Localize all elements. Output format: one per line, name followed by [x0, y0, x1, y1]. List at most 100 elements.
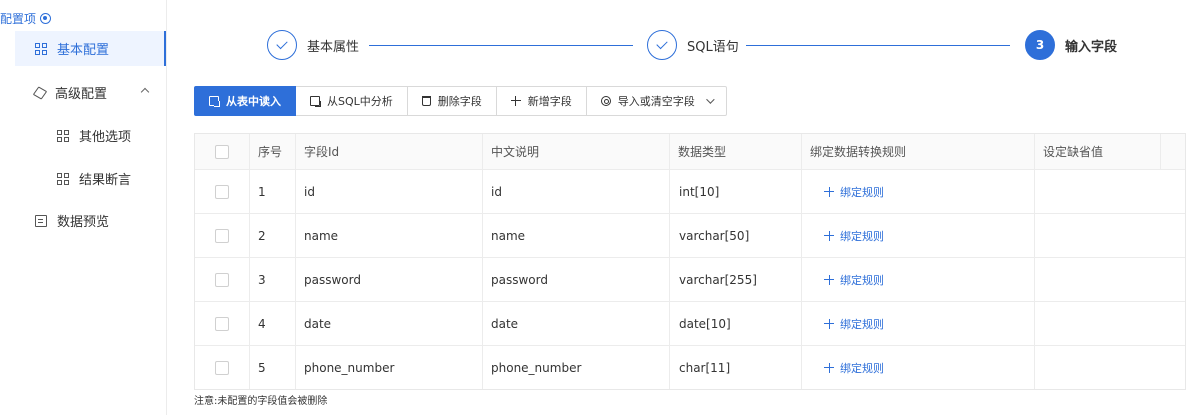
- sidebar-title-text: 配置项: [0, 12, 37, 26]
- row-checkbox[interactable]: [215, 228, 229, 243]
- sidebar-item-data-preview[interactable]: 数据预览: [15, 203, 166, 238]
- data-type-cell[interactable]: varchar[255]: [670, 258, 802, 301]
- sidebar-item-label: 高级配置: [55, 87, 108, 102]
- settings-icon[interactable]: [40, 13, 52, 24]
- column-header-spacer: [1161, 134, 1185, 169]
- data-type-cell[interactable]: date[10]: [670, 302, 802, 345]
- default-value-cell[interactable]: [1035, 346, 1161, 389]
- sidebar-item-label: 数据预览: [57, 215, 110, 230]
- grid-icon: [57, 172, 69, 185]
- table-row: 5 phone_number phone_number char[11] 绑定规…: [195, 345, 1185, 389]
- column-header: 中文说明: [483, 134, 670, 169]
- table-header: 序号 字段Id 中文说明 数据类型 绑定数据转换规则 设定缺省值: [195, 134, 1185, 169]
- field-id-cell[interactable]: date: [296, 302, 483, 345]
- table-row: 4 date date date[10] 绑定规则: [195, 301, 1185, 345]
- bind-rule-link[interactable]: 绑定规则: [824, 228, 884, 244]
- data-type-cell[interactable]: char[11]: [670, 346, 802, 389]
- footer-note: 注意:未配置的字段值会被删除: [194, 396, 328, 407]
- gear-icon: [600, 96, 611, 106]
- default-value-cell[interactable]: [1035, 214, 1161, 257]
- row-checkbox[interactable]: [215, 272, 229, 287]
- step-label: 基本属性: [307, 39, 360, 55]
- step-label: 输入字段: [1065, 39, 1118, 55]
- default-value-cell[interactable]: [1035, 258, 1161, 301]
- description-cell[interactable]: date: [483, 302, 670, 345]
- bind-rule-link[interactable]: 绑定规则: [824, 184, 884, 200]
- grid-icon: [35, 42, 47, 55]
- plus-icon: [824, 318, 834, 329]
- plus-icon: [824, 274, 834, 285]
- description-cell[interactable]: id: [483, 170, 670, 213]
- bind-rule-label: 绑定规则: [840, 361, 884, 375]
- row-checkbox[interactable]: [215, 360, 229, 375]
- step-label: SQL语句: [687, 39, 739, 55]
- description-cell[interactable]: phone_number: [483, 346, 670, 389]
- row-checkbox-cell: [195, 346, 250, 389]
- sidebar: 配置项 基本配置 高级配置 其他选项 结果断言 数据预览: [0, 0, 167, 415]
- data-type-cell[interactable]: varchar[50]: [670, 214, 802, 257]
- read-from-table-button[interactable]: 从表中读入: [194, 86, 296, 116]
- data-type-cell[interactable]: int[10]: [670, 170, 802, 213]
- row-index: 4: [250, 302, 296, 345]
- grid-icon: [57, 129, 69, 142]
- analyze-sql-button[interactable]: 从SQL中分析: [296, 86, 408, 116]
- rule-cell: 绑定规则: [802, 302, 1035, 345]
- bind-rule-label: 绑定规则: [840, 317, 884, 331]
- chevron-up-icon[interactable]: [140, 87, 150, 97]
- row-checkbox[interactable]: [215, 184, 229, 199]
- step-basic-attributes[interactable]: 基本属性: [267, 30, 359, 60]
- step-connector: [746, 45, 1010, 46]
- plus-icon: [824, 230, 834, 241]
- row-checkbox-cell: [195, 302, 250, 345]
- select-all-checkbox[interactable]: [215, 144, 229, 159]
- sidebar-item-advanced-config[interactable]: 高级配置: [15, 75, 166, 110]
- step-sql-statement[interactable]: SQL语句: [647, 30, 739, 60]
- field-id-cell[interactable]: password: [296, 258, 483, 301]
- step-input-fields[interactable]: 3 输入字段: [1025, 30, 1117, 60]
- step-number-circle: 3: [1025, 30, 1055, 60]
- bind-rule-link[interactable]: 绑定规则: [824, 272, 884, 288]
- field-id-cell[interactable]: name: [296, 214, 483, 257]
- default-value-cell[interactable]: [1035, 170, 1161, 213]
- import-icon: [310, 96, 321, 107]
- description-cell[interactable]: name: [483, 214, 670, 257]
- header-checkbox-cell: [195, 134, 250, 169]
- table-row: 3 password password varchar[255] 绑定规则: [195, 257, 1185, 301]
- add-field-button[interactable]: 新增字段: [496, 86, 587, 116]
- cube-icon: [32, 85, 48, 100]
- import-clear-fields-dropdown[interactable]: 导入或清空字段: [586, 86, 727, 116]
- plus-icon: [510, 96, 521, 106]
- sidebar-item-other-options[interactable]: 其他选项: [15, 118, 166, 153]
- column-header: 序号: [250, 134, 296, 169]
- description-cell[interactable]: password: [483, 258, 670, 301]
- rule-cell: 绑定规则: [802, 214, 1035, 257]
- sidebar-item-basic-config[interactable]: 基本配置: [15, 31, 166, 66]
- delete-field-button[interactable]: 删除字段: [407, 86, 497, 116]
- button-label: 删除字段: [437, 95, 482, 108]
- step-connector: [369, 45, 633, 46]
- sidebar-item-label: 结果断言: [79, 173, 132, 188]
- table-row: 2 name name varchar[50] 绑定规则: [195, 213, 1185, 257]
- preview-icon: [35, 214, 47, 227]
- sidebar-item-label: 其他选项: [79, 130, 132, 145]
- default-value-cell[interactable]: [1035, 302, 1161, 345]
- step-done-circle: [647, 30, 677, 60]
- bind-rule-label: 绑定规则: [840, 273, 884, 287]
- field-toolbar: 从表中读入 从SQL中分析 删除字段 新增字段 导入或清空字段: [194, 86, 727, 116]
- sidebar-title: 配置项: [0, 10, 52, 27]
- field-id-cell[interactable]: phone_number: [296, 346, 483, 389]
- bind-rule-link[interactable]: 绑定规则: [824, 316, 884, 332]
- fields-table: 序号 字段Id 中文说明 数据类型 绑定数据转换规则 设定缺省值 1 id id…: [194, 133, 1186, 390]
- rule-cell: 绑定规则: [802, 346, 1035, 389]
- chevron-down-icon: [705, 95, 715, 104]
- row-checkbox-cell: [195, 214, 250, 257]
- column-header: 数据类型: [670, 134, 802, 169]
- bind-rule-link[interactable]: 绑定规则: [824, 360, 884, 376]
- row-checkbox[interactable]: [215, 316, 229, 331]
- button-label: 从SQL中分析: [327, 95, 393, 108]
- check-icon: [276, 37, 288, 50]
- check-icon: [656, 37, 668, 50]
- sidebar-item-result-assertion[interactable]: 结果断言: [15, 161, 166, 196]
- button-label: 新增字段: [527, 95, 572, 108]
- field-id-cell[interactable]: id: [296, 170, 483, 213]
